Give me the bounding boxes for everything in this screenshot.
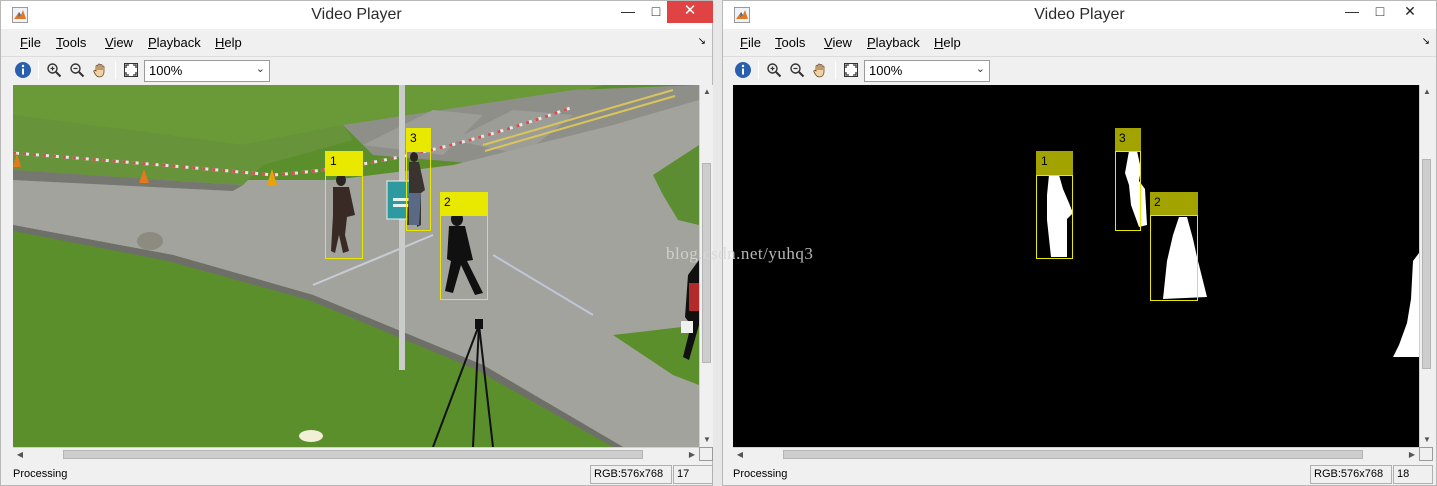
track-label: 1 bbox=[1041, 154, 1048, 168]
track-label-box: 1 bbox=[325, 151, 363, 175]
foreground-mask-image bbox=[733, 85, 1419, 447]
title-bar[interactable]: Video Player — □ ✕ bbox=[1, 1, 713, 29]
video-player-window-1: Video Player — □ ✕ File Tools View Playb… bbox=[0, 0, 713, 486]
menu-bar: File Tools View Playback Help ↘ bbox=[1, 31, 712, 55]
scroll-down-icon[interactable]: ▼ bbox=[701, 433, 713, 447]
fit-to-window-icon[interactable] bbox=[841, 60, 861, 80]
mask-frame[interactable]: 1 3 2 bbox=[733, 85, 1419, 447]
zoom-value: 100% bbox=[149, 63, 183, 78]
vertical-scrollbar[interactable]: ▲ ▼ bbox=[1419, 85, 1433, 447]
scroll-up-icon[interactable]: ▲ bbox=[1421, 85, 1433, 99]
zoom-in-icon[interactable] bbox=[44, 60, 64, 80]
track-label: 1 bbox=[330, 154, 337, 168]
status-resolution: RGB:576x768 bbox=[1310, 465, 1392, 484]
menu-playback[interactable]: Playback bbox=[148, 35, 201, 50]
scroll-corner bbox=[699, 447, 713, 461]
vertical-scrollbar[interactable]: ▲ ▼ bbox=[699, 85, 713, 447]
maximize-button[interactable]: □ bbox=[1365, 1, 1395, 23]
status-bar: Processing RGB:576x768 17 bbox=[1, 462, 713, 486]
track-label: 2 bbox=[444, 195, 451, 209]
zoom-out-icon[interactable] bbox=[787, 60, 807, 80]
track-label-box: 2 bbox=[440, 192, 488, 215]
track-bounding-box bbox=[1036, 175, 1073, 259]
minimize-button[interactable]: — bbox=[1337, 1, 1367, 23]
menu-tools[interactable]: Tools bbox=[775, 35, 805, 50]
horizontal-scrollbar[interactable]: ◀ ▶ bbox=[733, 447, 1419, 461]
track-label-box: 1 bbox=[1036, 151, 1073, 175]
video-player-window-2: Video Player — □ ✕ File Tools View Playb… bbox=[722, 0, 1437, 486]
menu-file[interactable]: File bbox=[20, 35, 41, 50]
toolbar-separator bbox=[835, 61, 836, 79]
track-bounding-box bbox=[406, 151, 431, 231]
menu-view[interactable]: View bbox=[105, 35, 133, 50]
toolbar-separator bbox=[115, 61, 116, 79]
zoom-in-icon[interactable] bbox=[764, 60, 784, 80]
zoom-select[interactable]: 100% ⌄ bbox=[144, 60, 270, 82]
vertical-scroll-thumb[interactable] bbox=[1422, 159, 1431, 369]
toolbar-separator bbox=[38, 61, 39, 79]
status-text: Processing bbox=[733, 468, 788, 480]
track-label: 3 bbox=[410, 131, 417, 145]
pan-hand-icon[interactable] bbox=[810, 60, 830, 80]
scroll-right-icon[interactable]: ▶ bbox=[685, 448, 699, 461]
dock-arrow-icon[interactable]: ↘ bbox=[698, 36, 706, 47]
horizontal-scrollbar[interactable]: ◀ ▶ bbox=[13, 447, 699, 461]
scroll-left-icon[interactable]: ◀ bbox=[13, 448, 27, 461]
menu-file[interactable]: File bbox=[740, 35, 761, 50]
pan-hand-icon[interactable] bbox=[90, 60, 110, 80]
horizontal-scroll-thumb[interactable] bbox=[783, 450, 1363, 459]
track-bounding-box bbox=[1115, 151, 1141, 231]
scene-image bbox=[13, 85, 699, 447]
menu-tools[interactable]: Tools bbox=[56, 35, 86, 50]
menu-help[interactable]: Help bbox=[934, 35, 961, 50]
status-frame-number: 18 bbox=[1393, 465, 1433, 484]
track-label-box: 3 bbox=[1115, 128, 1141, 151]
status-text: Processing bbox=[13, 468, 68, 480]
window-title: Video Player bbox=[311, 6, 402, 23]
info-icon[interactable] bbox=[733, 60, 753, 80]
track-bounding-box bbox=[325, 175, 363, 259]
scroll-right-icon[interactable]: ▶ bbox=[1405, 448, 1419, 461]
menu-view[interactable]: View bbox=[824, 35, 852, 50]
desktop-gap bbox=[713, 0, 722, 486]
scroll-up-icon[interactable]: ▲ bbox=[701, 85, 713, 99]
fit-to-window-icon[interactable] bbox=[121, 60, 141, 80]
close-button[interactable]: ✕ bbox=[667, 1, 713, 23]
track-bounding-box bbox=[1150, 215, 1198, 301]
dock-arrow-icon[interactable]: ↘ bbox=[1422, 36, 1430, 47]
watermark-text: blog.csdn.net/yuhq3 bbox=[666, 244, 814, 263]
status-resolution: RGB:576x768 bbox=[590, 465, 672, 484]
toolbar: 100% ⌄ bbox=[723, 56, 1436, 84]
track-label-box: 3 bbox=[406, 128, 431, 151]
chevron-down-icon[interactable]: ⌄ bbox=[256, 62, 265, 75]
toolbar: 100% ⌄ bbox=[1, 56, 712, 84]
zoom-out-icon[interactable] bbox=[67, 60, 87, 80]
toolbar-separator bbox=[758, 61, 759, 79]
info-icon[interactable] bbox=[13, 60, 33, 80]
menu-bar: File Tools View Playback Help ↘ bbox=[723, 31, 1436, 55]
track-label-box: 2 bbox=[1150, 192, 1198, 215]
scroll-down-icon[interactable]: ▼ bbox=[1421, 433, 1433, 447]
track-bounding-box bbox=[440, 215, 488, 300]
scroll-left-icon[interactable]: ◀ bbox=[733, 448, 747, 461]
window-title: Video Player bbox=[1034, 6, 1125, 23]
scroll-corner bbox=[1419, 447, 1433, 461]
track-label: 3 bbox=[1119, 131, 1126, 145]
status-bar: Processing RGB:576x768 18 bbox=[723, 462, 1436, 486]
status-frame-number: 17 bbox=[673, 465, 713, 484]
chevron-down-icon[interactable]: ⌄ bbox=[976, 62, 985, 75]
video-frame[interactable]: 1 3 2 bbox=[13, 85, 699, 447]
track-label: 2 bbox=[1154, 195, 1161, 209]
close-button[interactable]: ✕ bbox=[1395, 1, 1425, 23]
menu-help[interactable]: Help bbox=[215, 35, 242, 50]
minimize-button[interactable]: — bbox=[613, 1, 643, 23]
title-bar[interactable]: Video Player — □ ✕ bbox=[723, 1, 1436, 29]
zoom-select[interactable]: 100% ⌄ bbox=[864, 60, 990, 82]
horizontal-scroll-thumb[interactable] bbox=[63, 450, 643, 459]
menu-playback[interactable]: Playback bbox=[867, 35, 920, 50]
zoom-value: 100% bbox=[869, 63, 903, 78]
